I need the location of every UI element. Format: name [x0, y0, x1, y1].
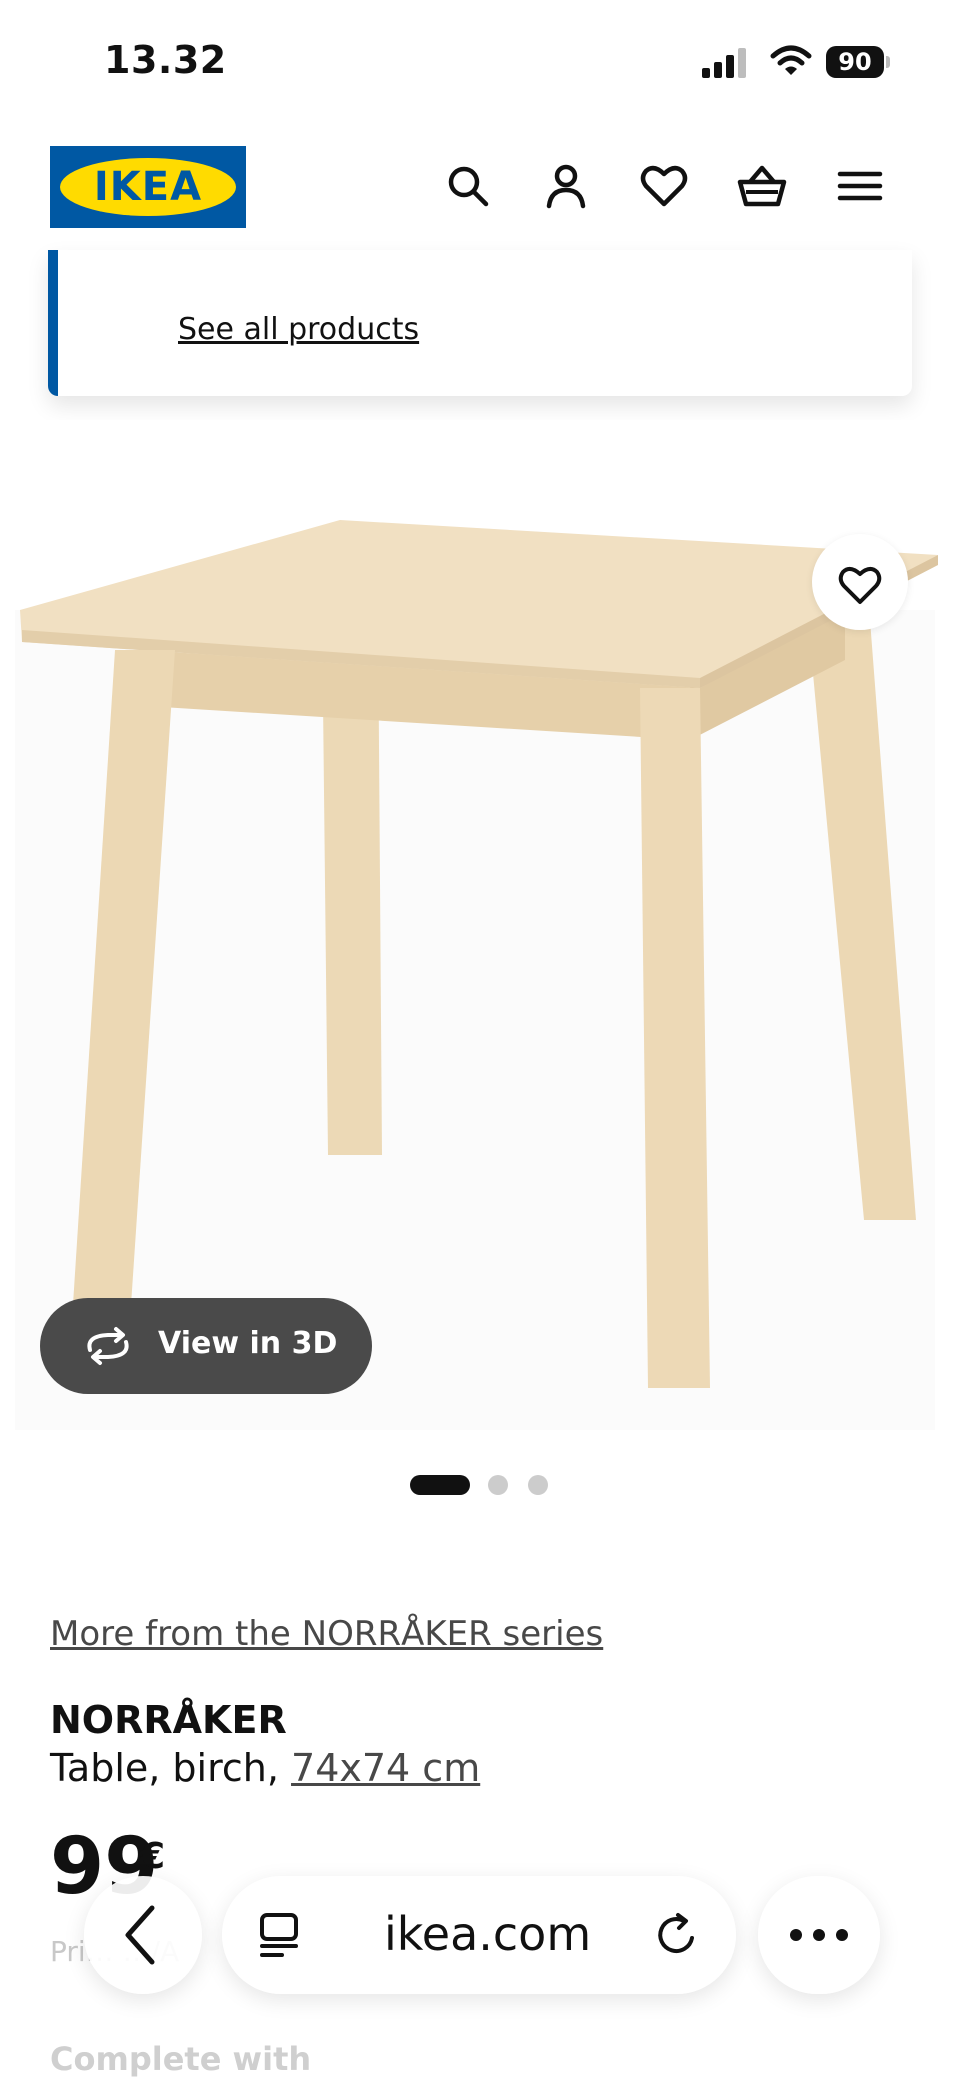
product-name: NORRÅKER [50, 1698, 287, 1742]
carousel-dot-2[interactable] [488, 1475, 508, 1495]
tabs-icon[interactable] [256, 1912, 302, 1958]
reload-icon[interactable] [652, 1910, 702, 1960]
wifi-icon [770, 45, 812, 75]
user-icon[interactable] [538, 158, 594, 214]
cellular-signal-icon [702, 48, 746, 78]
logo-text: IKEA [93, 164, 203, 210]
basket-icon[interactable] [734, 158, 790, 214]
carousel-dot-3[interactable] [528, 1475, 548, 1495]
ikea-logo[interactable]: IKEA [50, 146, 246, 228]
more-options-button[interactable] [758, 1876, 880, 1994]
product-type: Table, birch, [50, 1746, 292, 1790]
complete-with-heading: Complete with [50, 2040, 312, 2078]
heart-icon [838, 567, 882, 604]
ellipsis-icon [790, 1929, 848, 1941]
series-link[interactable]: More from the NORRÅKER series [50, 1614, 603, 1654]
battery-level: 90 [826, 46, 884, 78]
save-favourite-button[interactable] [812, 534, 908, 630]
menu-icon[interactable] [832, 158, 888, 214]
search-icon[interactable] [440, 158, 496, 214]
product-size-link[interactable]: 74x74 cm [291, 1746, 480, 1790]
battery-icon: 90 [826, 46, 890, 80]
chevron-left-icon [125, 1905, 155, 1965]
rotate-3d-icon [87, 1327, 129, 1365]
see-all-products-link[interactable]: See all products [178, 312, 419, 347]
browser-back-button[interactable] [84, 1876, 202, 1994]
status-time: 13.32 [104, 38, 227, 82]
view-in-3d-button[interactable]: View in 3D [40, 1298, 372, 1394]
product-description: Table, birch, 74x74 cm [50, 1746, 480, 1790]
carousel-dot-1[interactable] [410, 1475, 470, 1495]
view-in-3d-label: View in 3D [158, 1326, 338, 1361]
heart-icon[interactable] [636, 158, 692, 214]
address-url[interactable]: ikea.com [384, 1907, 591, 1961]
price-currency: € [140, 1836, 166, 1877]
